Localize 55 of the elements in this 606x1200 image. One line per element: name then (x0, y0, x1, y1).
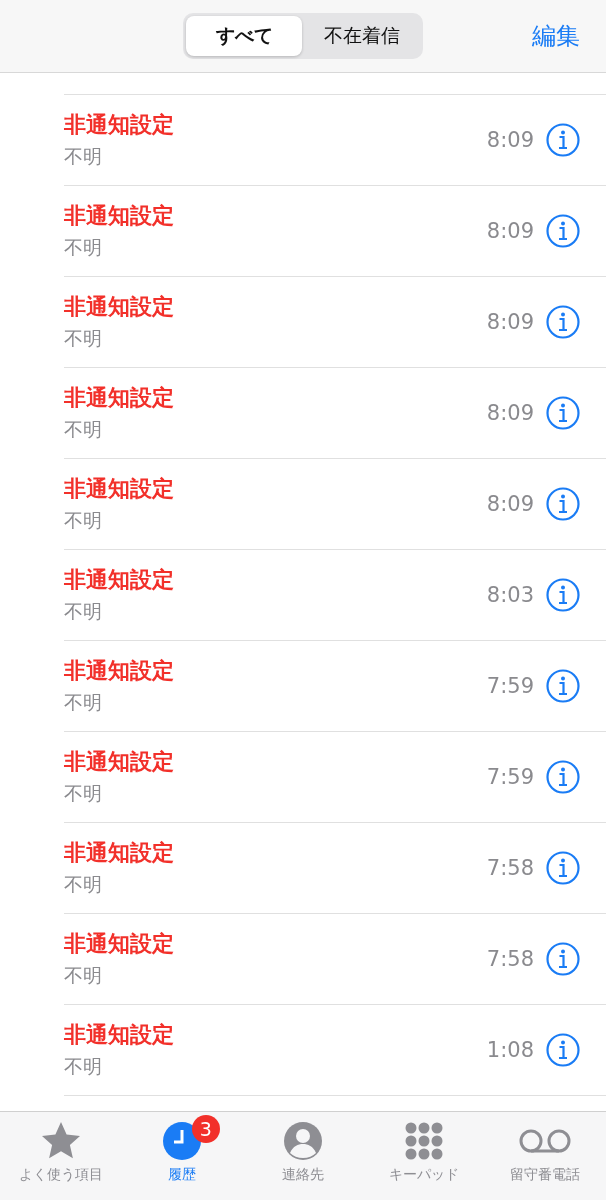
call-type: 不明 (64, 872, 103, 897)
call-type: 不明 (64, 599, 103, 624)
caller-name: 非通知設定 (64, 202, 175, 230)
info-icon[interactable] (546, 669, 580, 703)
caller-name: 非通知設定 (64, 566, 175, 594)
person-icon (282, 1120, 324, 1162)
info-icon[interactable] (546, 851, 580, 885)
call-type: 不明 (64, 326, 103, 351)
caller-name: 非通知設定 (64, 657, 175, 685)
call-type: 不明 (64, 144, 103, 169)
call-time: 7:59 (486, 765, 534, 789)
info-icon[interactable] (546, 1033, 580, 1067)
call-time: 8:09 (486, 492, 534, 516)
call-type: 不明 (64, 1054, 103, 1079)
call-time: 8:09 (486, 310, 534, 334)
segment-tab[interactable]: 不在着信 (304, 16, 420, 56)
tab-bar-item[interactable]: 履歴 3 (121, 1112, 243, 1200)
info-icon[interactable] (546, 214, 580, 248)
caller-name: 非通知設定 (64, 748, 175, 776)
tab-bar-item[interactable]: 留守番電話 (484, 1112, 606, 1200)
call-type: 不明 (64, 963, 103, 988)
call-time: 8:09 (486, 128, 534, 152)
info-icon[interactable] (546, 123, 580, 157)
call-type: 不明 (64, 508, 103, 533)
tab-bar-item[interactable]: よく使う項目 (0, 1112, 122, 1200)
call-time: 7:58 (486, 856, 534, 880)
caller-name: 非通知設定 (64, 1021, 175, 1049)
call-type: 不明 (64, 781, 103, 806)
info-icon[interactable] (546, 396, 580, 430)
caller-name: 非通知設定 (64, 111, 175, 139)
edit-button[interactable]: 編集 (532, 20, 580, 52)
call-type: 不明 (64, 235, 103, 260)
info-icon[interactable] (546, 942, 580, 976)
info-icon[interactable] (546, 305, 580, 339)
caller-name: 非通知設定 (64, 475, 175, 503)
info-icon[interactable] (546, 487, 580, 521)
call-type: 不明 (64, 417, 103, 442)
info-icon[interactable] (546, 578, 580, 612)
clock-icon (160, 1120, 203, 1162)
call-time: 7:58 (486, 947, 534, 971)
caller-name: 非通知設定 (64, 839, 175, 867)
call-type: 不明 (64, 690, 103, 715)
call-time: 8:09 (486, 219, 534, 243)
call-time: 7:59 (486, 674, 534, 698)
badge: 3 (191, 1115, 220, 1143)
info-icon[interactable] (546, 760, 580, 794)
caller-name: 非通知設定 (64, 930, 175, 958)
call-time: 8:03 (486, 583, 534, 607)
segment-tab[interactable]: すべて (186, 16, 302, 56)
caller-name: 非通知設定 (64, 293, 175, 321)
tab-bar-item[interactable]: キーパッド (363, 1112, 485, 1200)
call-time: 1:08 (486, 1038, 534, 1062)
caller-name: 非通知設定 (64, 384, 175, 412)
tab-bar-item[interactable]: 連絡先 (242, 1112, 364, 1200)
call-time: 8:09 (486, 401, 534, 425)
